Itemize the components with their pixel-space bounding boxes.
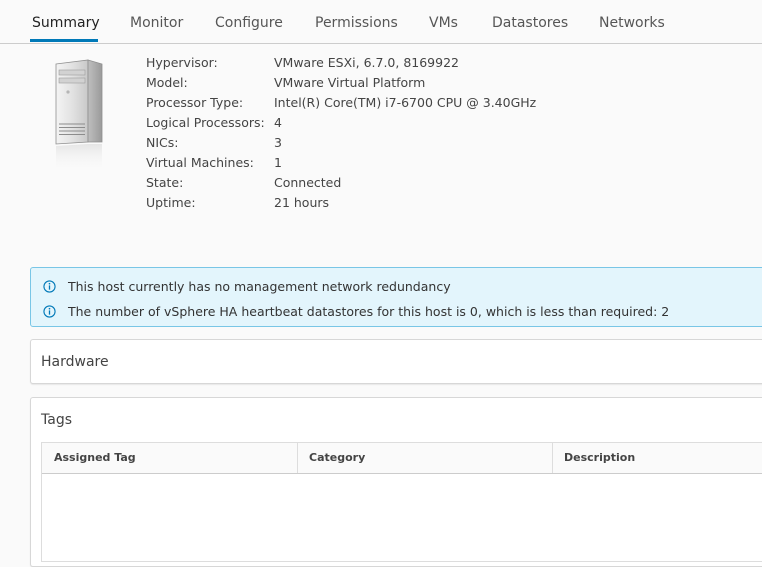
tags-table-header: Assigned Tag Category Description <box>42 443 762 474</box>
prop-label: Uptime: <box>146 195 196 210</box>
tab-summary[interactable]: Summary <box>32 15 100 31</box>
prop-value: 4 <box>274 115 282 130</box>
prop-value: VMware Virtual Platform <box>274 75 426 90</box>
prop-label: Processor Type: <box>146 95 244 110</box>
hardware-title: Hardware <box>41 354 109 370</box>
prop-value: 3 <box>274 135 282 150</box>
prop-value: VMware ESXi, 6.7.0, 8169922 <box>274 55 459 70</box>
tab-datastores[interactable]: Datastores <box>492 15 568 31</box>
column-description[interactable]: Description <box>552 443 762 473</box>
prop-label: State: <box>146 175 184 190</box>
prop-label: Model: <box>146 75 188 90</box>
prop-value: Intel(R) Core(TM) i7-6700 CPU @ 3.40GHz <box>274 95 537 110</box>
tab-permissions[interactable]: Permissions <box>315 15 398 31</box>
column-assigned-tag[interactable]: Assigned Tag <box>42 443 297 473</box>
tab-monitor[interactable]: Monitor <box>130 15 183 31</box>
prop-label: Virtual Machines: <box>146 155 254 170</box>
prop-label: Logical Processors: <box>146 115 265 130</box>
info-alert: This host currently has no management ne… <box>30 267 762 327</box>
alert-text: This host currently has no management ne… <box>68 278 451 294</box>
prop-value: Connected <box>274 175 342 190</box>
alert-item: The number of vSphere HA heartbeat datas… <box>43 302 669 320</box>
hardware-card[interactable]: Hardware <box>30 339 762 384</box>
tags-title: Tags <box>41 412 72 428</box>
prop-label: NICs: <box>146 135 179 150</box>
prop-value: 21 hours <box>274 195 330 210</box>
tags-card: Tags Assigned Tag Category Description <box>30 397 762 567</box>
tab-networks[interactable]: Networks <box>599 15 665 31</box>
active-tab-indicator <box>30 39 98 42</box>
info-icon <box>43 279 56 293</box>
server-tower-icon <box>55 59 103 172</box>
tab-configure[interactable]: Configure <box>215 15 283 31</box>
summary-tabs: Summary Monitor Configure Permissions VM… <box>0 0 762 44</box>
tab-vms[interactable]: VMs <box>429 15 458 31</box>
info-icon <box>43 304 56 318</box>
alert-item: This host currently has no management ne… <box>43 277 451 295</box>
prop-value: 1 <box>274 155 282 170</box>
column-category[interactable]: Category <box>297 443 552 473</box>
alert-text: The number of vSphere HA heartbeat datas… <box>68 303 670 319</box>
tags-table: Assigned Tag Category Description <box>41 442 762 562</box>
prop-label: Hypervisor: <box>146 55 218 70</box>
